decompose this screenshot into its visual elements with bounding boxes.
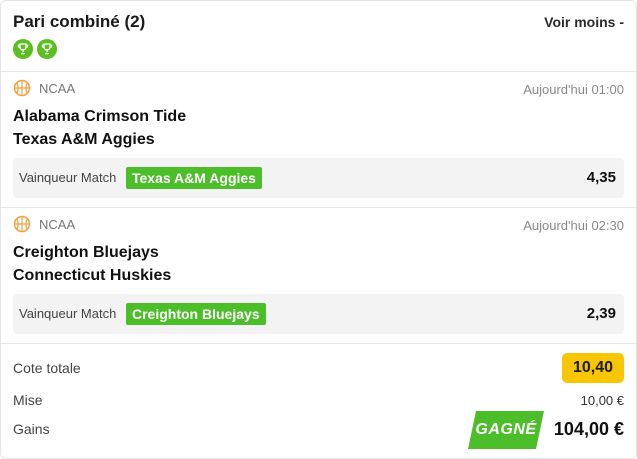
bet-header: Pari combiné (2) Voir moins - [13,9,624,65]
gains-label: Gains [13,421,50,437]
event-card: NCAA Aujourd'hui 02:30 Creighton Bluejay… [13,215,624,334]
selection-odds: 2,39 [586,305,616,322]
result-trophies [13,39,57,59]
event-time: Aujourd'hui 01:00 [523,82,624,97]
market-label: Vainqueur Match [19,170,117,185]
gains-value: 104,00 € [553,419,624,439]
see-less-toggle[interactable]: Voir moins - [544,14,624,30]
divider [1,343,636,344]
bet-slip-card: Pari combiné (2) Voir moins - NCAA Aujou… [0,0,637,459]
divider [1,207,636,208]
home-team: Alabama Crimson Tide [13,108,187,125]
away-team: Connecticut Huskies [13,267,172,284]
basketball-icon [13,79,31,97]
won-status-badge: GAGNÉ [468,411,544,449]
total-odds-label: Cote totale [13,360,81,376]
event-meta: NCAA Aujourd'hui 01:00 [13,79,624,99]
selection-badge: Creighton Bluejays [126,303,266,325]
league-label: NCAA [39,217,76,232]
selection-row: Vainqueur Match Texas A&M Aggies 4,35 [13,158,624,198]
selection-badge: Texas A&M Aggies [126,167,262,189]
stake-value: 10,00 € [580,393,624,408]
trophy-icon [37,39,57,59]
stake-label: Mise [13,392,43,408]
selection-row: Vainqueur Match Creighton Bluejays 2,39 [13,294,624,334]
trophy-icon [13,39,33,59]
bet-title: Pari combiné (2) [13,12,146,31]
event-teams: Creighton Bluejays Connecticut Huskies [13,241,171,287]
divider [1,71,636,72]
home-team: Creighton Bluejays [13,244,159,261]
event-meta: NCAA Aujourd'hui 02:30 [13,215,624,235]
event-time: Aujourd'hui 02:30 [523,218,624,233]
total-odds-badge: 10,40 [562,353,624,383]
selection-odds: 4,35 [586,169,616,186]
won-status-text: GAGNÉ [475,421,537,438]
event-teams: Alabama Crimson Tide Texas A&M Aggies [13,105,186,151]
event-card: NCAA Aujourd'hui 01:00 Alabama Crimson T… [13,79,624,198]
league-label: NCAA [39,81,76,96]
basketball-icon [13,215,31,233]
market-label: Vainqueur Match [19,306,117,321]
away-team: Texas A&M Aggies [13,131,155,148]
